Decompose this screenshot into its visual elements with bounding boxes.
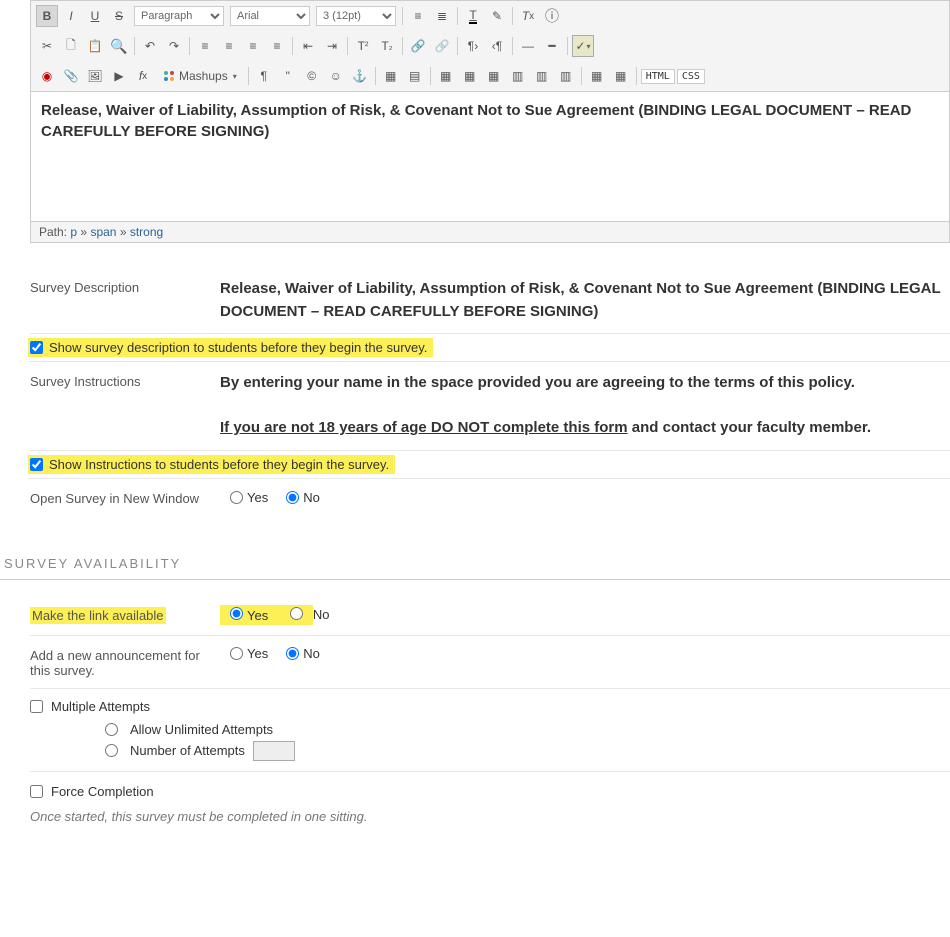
- clearformat-icon[interactable]: Tx: [517, 5, 539, 27]
- survey-availability-header: SURVEY AVAILABILITY: [4, 556, 950, 571]
- underline-icon[interactable]: U: [84, 5, 106, 27]
- number-attempts-input[interactable]: [253, 741, 295, 761]
- delete-row-icon[interactable]: ▦: [483, 65, 505, 87]
- split-cells-icon[interactable]: ▦: [610, 65, 632, 87]
- redo-icon[interactable]: ↷: [163, 35, 185, 57]
- number-attempts-label: Number of Attempts: [130, 743, 245, 758]
- number-attempts-radio[interactable]: [105, 744, 118, 757]
- attach-icon[interactable]: 📎: [60, 65, 82, 87]
- open-new-no-radio[interactable]: [286, 491, 299, 504]
- bold-icon[interactable]: B: [36, 5, 58, 27]
- anchor-icon[interactable]: ⚓: [349, 65, 371, 87]
- superscript-icon[interactable]: T²: [352, 35, 374, 57]
- multiple-attempts-label: Multiple Attempts: [51, 699, 150, 714]
- italic-icon[interactable]: I: [60, 5, 82, 27]
- align-left-icon[interactable]: ≡: [194, 35, 216, 57]
- merge-cells-icon[interactable]: ▦: [586, 65, 608, 87]
- unlink-icon[interactable]: 🔗: [431, 35, 453, 57]
- format-select[interactable]: Paragraph: [134, 6, 224, 26]
- copyright-icon[interactable]: ©: [301, 65, 323, 87]
- table-icon[interactable]: ▦: [380, 65, 402, 87]
- ltr-icon[interactable]: ¶›: [462, 35, 484, 57]
- announcement-yes-radio[interactable]: [230, 647, 243, 660]
- make-link-yes-radio[interactable]: [230, 607, 243, 620]
- find-icon[interactable]: 🔍: [108, 35, 130, 57]
- align-right-icon[interactable]: ≡: [242, 35, 264, 57]
- link-icon[interactable]: 🔗: [407, 35, 429, 57]
- survey-description-label: Survey Description: [30, 278, 220, 323]
- table-row-icon[interactable]: ▤: [404, 65, 426, 87]
- path-bar: Path: p » span » strong: [30, 222, 950, 243]
- path-p[interactable]: p: [70, 225, 77, 239]
- open-new-yes-radio[interactable]: [230, 491, 243, 504]
- make-link-no-radio[interactable]: [290, 607, 303, 620]
- highlight-icon[interactable]: ✎: [486, 5, 508, 27]
- fx-icon[interactable]: fx: [132, 65, 154, 87]
- path-span[interactable]: span: [90, 225, 116, 239]
- insert-col-after-icon[interactable]: ▥: [531, 65, 553, 87]
- show-instructions-checkbox-label[interactable]: Show Instructions to students before the…: [28, 455, 395, 474]
- spellcheck-icon[interactable]: ✓▾: [572, 35, 594, 57]
- open-new-window-label: Open Survey in New Window: [30, 489, 220, 506]
- bullet-list-icon[interactable]: ≡: [407, 5, 429, 27]
- delete-col-icon[interactable]: ▥: [555, 65, 577, 87]
- show-description-checkbox[interactable]: [30, 341, 43, 354]
- subscript-icon[interactable]: T₂: [376, 35, 398, 57]
- fontfamily-select[interactable]: Arial: [230, 6, 310, 26]
- rtl-icon[interactable]: ‹¶: [486, 35, 508, 57]
- copy-icon[interactable]: 🗋: [60, 35, 82, 57]
- quote-icon[interactable]: ": [277, 65, 299, 87]
- editor-content[interactable]: Release, Waiver of Liability, Assumption…: [30, 92, 950, 222]
- insert-row-before-icon[interactable]: ▦: [435, 65, 457, 87]
- align-center-icon[interactable]: ≡: [218, 35, 240, 57]
- make-link-label: Make the link available: [30, 606, 220, 623]
- hr2-icon[interactable]: ━: [541, 35, 563, 57]
- force-completion-label: Force Completion: [51, 784, 154, 799]
- insert-col-before-icon[interactable]: ▥: [507, 65, 529, 87]
- media-icon[interactable]: ▶: [108, 65, 130, 87]
- allow-unlimited-label: Allow Unlimited Attempts: [130, 722, 273, 737]
- force-completion-checkbox[interactable]: [30, 785, 43, 798]
- make-link-radios: Yes No: [220, 605, 337, 625]
- survey-description-value: Release, Waiver of Liability, Assumption…: [220, 278, 950, 323]
- insert-row-after-icon[interactable]: ▦: [459, 65, 481, 87]
- hr-icon[interactable]: —: [517, 35, 539, 57]
- editor-text: Release, Waiver of Liability, Assumption…: [41, 102, 911, 140]
- show-description-checkbox-label[interactable]: Show survey description to students befo…: [28, 338, 433, 357]
- image-icon[interactable]: 🖼: [84, 65, 106, 87]
- indent-icon[interactable]: ⇥: [321, 35, 343, 57]
- fontcolor-icon[interactable]: T: [462, 5, 484, 27]
- paste-icon[interactable]: 📋: [84, 35, 106, 57]
- survey-instructions-value: By entering your name in the space provi…: [220, 372, 950, 440]
- announcement-no-radio[interactable]: [286, 647, 299, 660]
- survey-instructions-label: Survey Instructions: [30, 372, 220, 440]
- emoji-icon[interactable]: ☺: [325, 65, 347, 87]
- css-button[interactable]: CSS: [677, 69, 705, 84]
- multiple-attempts-checkbox[interactable]: [30, 700, 43, 713]
- showblocks-icon[interactable]: ¶: [253, 65, 275, 87]
- show-instructions-checkbox[interactable]: [30, 458, 43, 471]
- allow-unlimited-radio[interactable]: [105, 723, 118, 736]
- announcement-radios: Yes No: [220, 646, 328, 661]
- align-justify-icon[interactable]: ≡: [266, 35, 288, 57]
- open-new-window-radios: Yes No: [220, 490, 328, 505]
- mashups-label: Mashups: [179, 69, 228, 83]
- cut-icon[interactable]: ✂: [36, 35, 58, 57]
- undo-icon[interactable]: ↶: [139, 35, 161, 57]
- outdent-icon[interactable]: ⇤: [297, 35, 319, 57]
- strike-icon[interactable]: S: [108, 5, 130, 27]
- help-icon[interactable]: ⓘ: [541, 5, 563, 27]
- html-button[interactable]: HTML: [641, 69, 675, 84]
- announcement-label: Add a new announcement for this survey.: [30, 646, 220, 678]
- number-list-icon[interactable]: ≣: [431, 5, 453, 27]
- force-completion-hint: Once started, this survey must be comple…: [30, 809, 950, 824]
- record-icon[interactable]: ◉: [36, 65, 58, 87]
- fontsize-select[interactable]: 3 (12pt): [316, 6, 396, 26]
- mashups-button[interactable]: Mashups ▾: [156, 65, 244, 87]
- path-strong[interactable]: strong: [130, 225, 163, 239]
